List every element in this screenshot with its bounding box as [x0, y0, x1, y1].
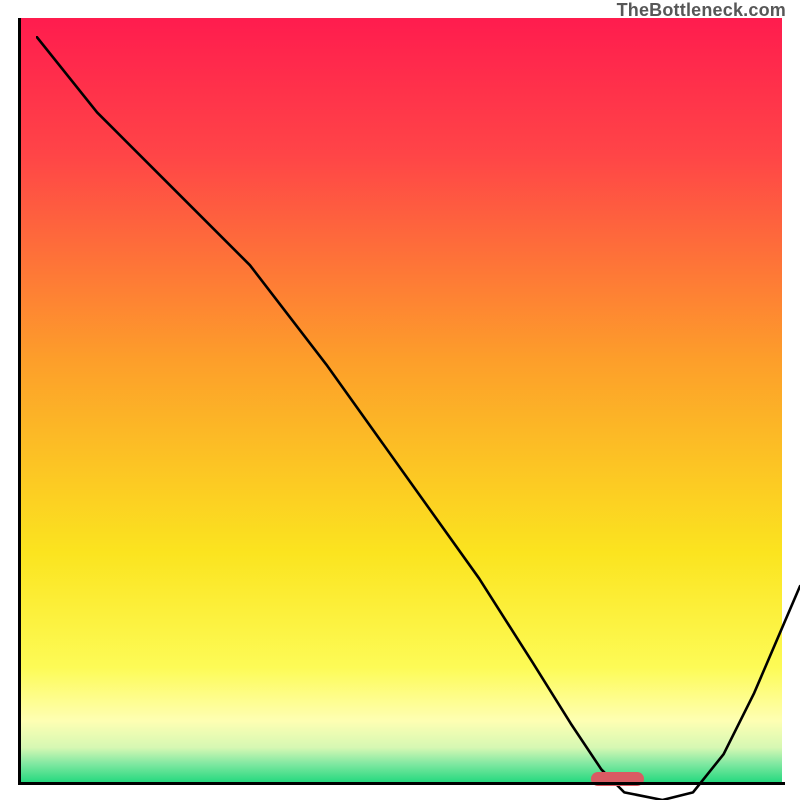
plot-area [18, 18, 782, 782]
bottleneck-chart: TheBottleneck.com [0, 0, 800, 800]
watermark-text: TheBottleneck.com [617, 0, 786, 21]
gradient-background [18, 18, 782, 782]
x-axis [18, 782, 785, 785]
y-axis [18, 18, 21, 785]
